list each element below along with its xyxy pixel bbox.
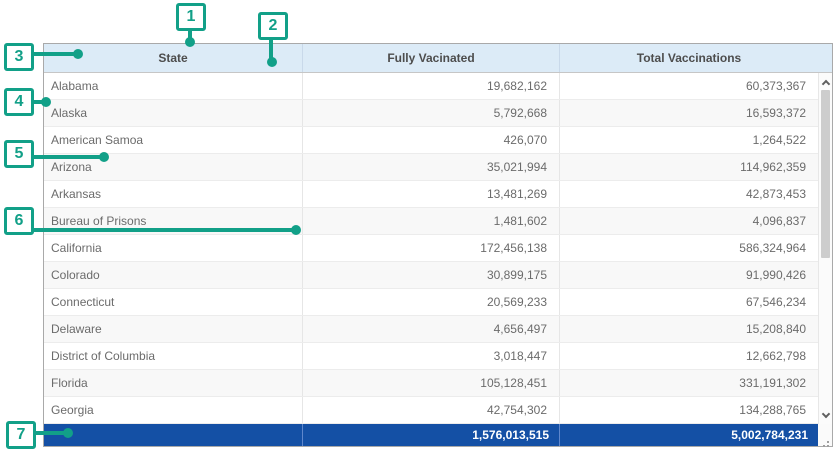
table-row[interactable]: Georgia42,754,302134,288,765 xyxy=(44,397,818,424)
cell-total-vaccinations: 12,662,798 xyxy=(560,343,818,369)
cell-state: American Samoa xyxy=(44,127,303,153)
cell-total-vaccinations: 134,288,765 xyxy=(560,397,818,423)
table-row[interactable]: Alabama19,682,16260,373,367 xyxy=(44,73,818,100)
cell-total-vaccinations: 4,096,837 xyxy=(560,208,818,234)
cell-state: Colorado xyxy=(44,262,303,288)
page: State Fully Vacinated Total Vaccinations… xyxy=(0,0,833,453)
table-row[interactable]: Florida105,128,451331,191,302 xyxy=(44,370,818,397)
cell-fully-vacinated: 35,021,994 xyxy=(303,154,560,180)
scrollbar-corner xyxy=(818,424,832,446)
summary-cell-fully-vacinated: 1,576,013,515 xyxy=(303,424,560,446)
table-row[interactable]: California172,456,138586,324,964 xyxy=(44,235,818,262)
cell-total-vaccinations: 586,324,964 xyxy=(560,235,818,261)
callout-3-line xyxy=(33,52,75,56)
cell-fully-vacinated: 1,481,602 xyxy=(303,208,560,234)
cell-state: Alaska xyxy=(44,100,303,126)
callout-3-dot xyxy=(73,49,83,59)
table-row[interactable]: Delaware4,656,49715,208,840 xyxy=(44,316,818,343)
cell-state: Florida xyxy=(44,370,303,396)
table-row[interactable]: District of Columbia3,018,44712,662,798 xyxy=(44,343,818,370)
cell-state: Georgia xyxy=(44,397,303,423)
cell-fully-vacinated: 3,018,447 xyxy=(303,343,560,369)
callout-7: 7 xyxy=(6,421,36,449)
table-header-row: State Fully Vacinated Total Vaccinations xyxy=(44,44,832,73)
column-header-state[interactable]: State xyxy=(44,44,303,72)
callout-7-dot xyxy=(63,428,73,438)
cell-total-vaccinations: 60,373,367 xyxy=(560,73,818,99)
cell-total-vaccinations: 331,191,302 xyxy=(560,370,818,396)
callout-5-dot xyxy=(99,152,109,162)
callout-5-line xyxy=(33,155,101,159)
chevron-down-icon xyxy=(821,409,829,417)
callout-2-dot xyxy=(267,57,277,67)
cell-total-vaccinations: 114,962,359 xyxy=(560,154,818,180)
cell-state: Connecticut xyxy=(44,289,303,315)
callout-6: 6 xyxy=(4,207,34,235)
cell-state: Arkansas xyxy=(44,181,303,207)
cell-fully-vacinated: 19,682,162 xyxy=(303,73,560,99)
table-row[interactable]: Alaska5,792,66816,593,372 xyxy=(44,100,818,127)
scrollbar-thumb[interactable] xyxy=(821,90,830,258)
callout-3: 3 xyxy=(4,43,34,71)
cell-fully-vacinated: 20,569,233 xyxy=(303,289,560,315)
summary-cell-state xyxy=(44,424,303,446)
cell-fully-vacinated: 426,070 xyxy=(303,127,560,153)
callout-4-dot xyxy=(41,97,51,107)
table-row[interactable]: Colorado30,899,17591,990,426 xyxy=(44,262,818,289)
callout-7-line xyxy=(36,431,65,435)
table-row[interactable]: Arizona35,021,994114,962,359 xyxy=(44,154,818,181)
cell-fully-vacinated: 4,656,497 xyxy=(303,316,560,342)
cell-fully-vacinated: 172,456,138 xyxy=(303,235,560,261)
table-row[interactable]: Arkansas13,481,26942,873,453 xyxy=(44,181,818,208)
cell-state: California xyxy=(44,235,303,261)
cell-total-vaccinations: 16,593,372 xyxy=(560,100,818,126)
cell-state: Delaware xyxy=(44,316,303,342)
cell-state: Alabama xyxy=(44,73,303,99)
callout-6-line xyxy=(33,228,293,232)
callout-6-dot xyxy=(291,225,301,235)
cell-state: District of Columbia xyxy=(44,343,303,369)
vertical-scrollbar[interactable] xyxy=(818,73,832,424)
summary-cell-total-vaccinations: 5,002,784,231 xyxy=(560,424,818,446)
cell-total-vaccinations: 91,990,426 xyxy=(560,262,818,288)
callout-5: 5 xyxy=(4,140,34,168)
cell-total-vaccinations: 42,873,453 xyxy=(560,181,818,207)
column-header-fully-vacinated[interactable]: Fully Vacinated xyxy=(303,44,560,72)
table-body: Alabama19,682,16260,373,367Alaska5,792,6… xyxy=(44,73,818,424)
callout-1: 1 xyxy=(176,3,206,31)
cell-total-vaccinations: 1,264,522 xyxy=(560,127,818,153)
callout-2: 2 xyxy=(258,12,288,40)
cell-fully-vacinated: 5,792,668 xyxy=(303,100,560,126)
column-header-total-vaccinations[interactable]: Total Vaccinations xyxy=(560,44,818,72)
cell-fully-vacinated: 105,128,451 xyxy=(303,370,560,396)
scroll-up-button[interactable] xyxy=(819,74,832,90)
table-row[interactable]: Connecticut20,569,23367,546,234 xyxy=(44,289,818,316)
scroll-down-button[interactable] xyxy=(819,407,832,423)
cell-fully-vacinated: 30,899,175 xyxy=(303,262,560,288)
cell-fully-vacinated: 42,754,302 xyxy=(303,397,560,423)
cell-fully-vacinated: 13,481,269 xyxy=(303,181,560,207)
table-row[interactable]: American Samoa426,0701,264,522 xyxy=(44,127,818,154)
attribute-table: State Fully Vacinated Total Vaccinations… xyxy=(43,43,833,447)
cell-total-vaccinations: 15,208,840 xyxy=(560,316,818,342)
callout-4: 4 xyxy=(4,88,34,116)
cell-total-vaccinations: 67,546,234 xyxy=(560,289,818,315)
summary-row: 1,576,013,515 5,002,784,231 xyxy=(44,424,818,446)
chevron-up-icon xyxy=(821,79,829,87)
callout-1-dot xyxy=(185,37,195,47)
resize-grip-icon xyxy=(827,441,829,443)
